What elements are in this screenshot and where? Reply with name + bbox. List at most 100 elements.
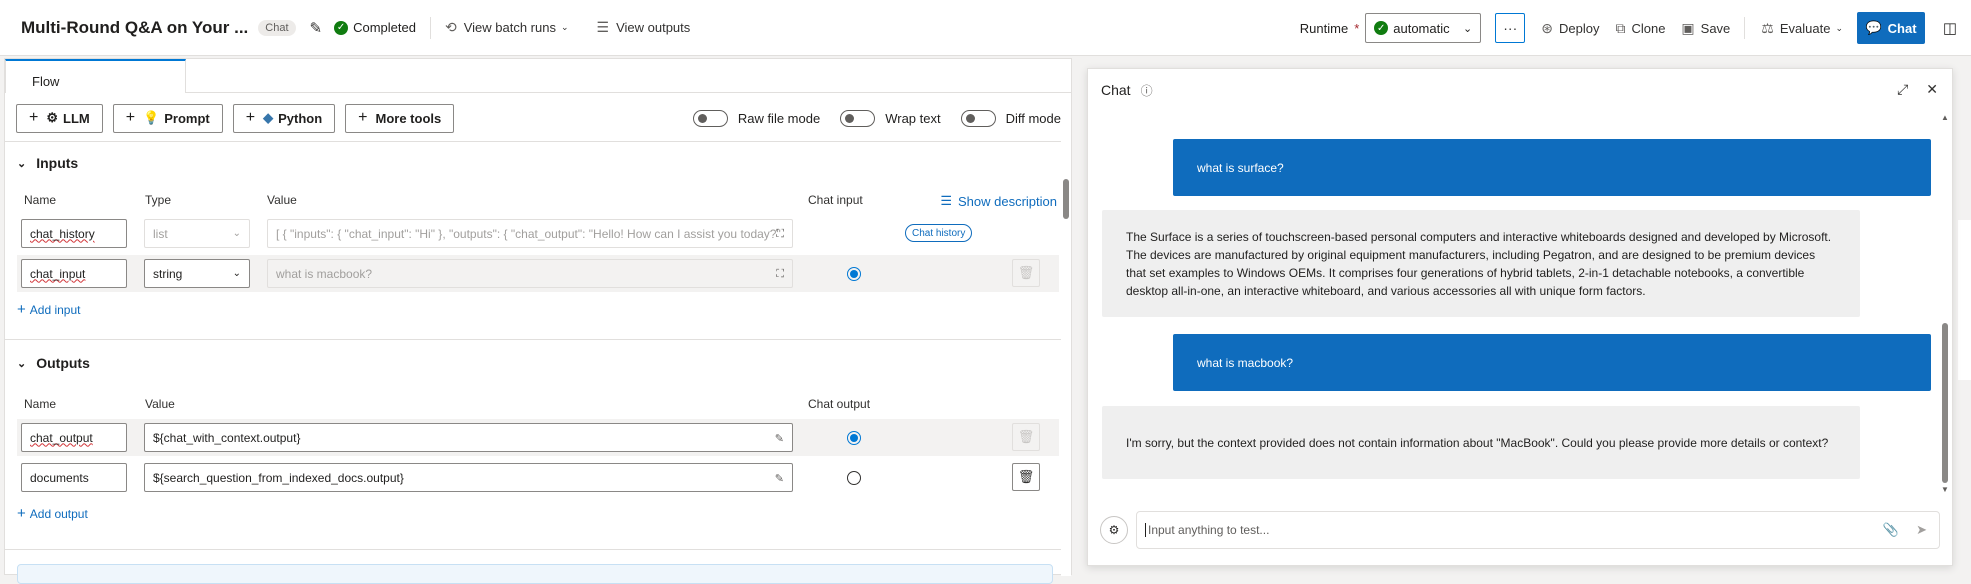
expand-icon[interactable]: ⛶ <box>776 268 784 281</box>
chat-output-radio[interactable] <box>847 431 861 445</box>
save-button[interactable]: ▣ Save <box>1681 20 1730 37</box>
scrollbar[interactable] <box>1061 99 1071 576</box>
chat-input[interactable]: Input anything to test... 📎 ➤ <box>1136 511 1940 549</box>
add-python-button[interactable]: + ◆ Python <box>232 103 336 133</box>
bot-avatar-icon[interactable]: ⚙ <box>1100 516 1128 544</box>
chat-button[interactable]: 💬 Chat <box>1857 12 1925 44</box>
edit-icon[interactable]: ✎ <box>775 472 784 485</box>
list-icon: ☰ <box>940 193 952 208</box>
input-type-select[interactable]: string ⌄ <box>144 259 250 288</box>
input-value: [ { "inputs": { "chat_input": "Hi" }, "o… <box>276 226 781 241</box>
trash-icon[interactable]: 🗑 <box>1012 463 1040 491</box>
add-llm-button[interactable]: + ⚙ LLM <box>16 103 103 133</box>
top-bar-actions: Runtime * ✓ automatic ⌄ ··· ⊛ Deploy ⧉ Clo… <box>1300 0 1971 56</box>
inputs-col-value: Value <box>267 193 297 207</box>
add-output-button[interactable]: + Add output <box>17 505 88 522</box>
input-type: list <box>153 226 168 241</box>
evaluate-button[interactable]: ⚖ Evaluate ⌄ <box>1761 20 1843 37</box>
node-card <box>17 564 1053 584</box>
inputs-title: Inputs <box>36 155 79 171</box>
user-message: what is macbook? <box>1173 334 1931 391</box>
output-name-field[interactable]: chat_output <box>21 423 127 452</box>
send-icon[interactable]: ➤ <box>1916 522 1927 538</box>
diff-mode-toggle[interactable] <box>960 109 996 127</box>
view-outputs-button[interactable]: ☰ View outputs <box>597 19 691 36</box>
chat-output-radio[interactable] <box>847 471 861 485</box>
output-value-field[interactable]: ${chat_with_context.output} ✎ <box>144 423 793 452</box>
check-circle-icon: ✓ <box>1374 21 1389 35</box>
deploy-button[interactable]: ⊛ Deploy <box>1541 20 1599 37</box>
edit-icon[interactable]: ✎ <box>310 19 323 37</box>
plus-icon: + <box>17 301 26 318</box>
view-batch-runs-button[interactable]: ⟲ View batch runs ⌄ <box>445 19 569 36</box>
show-description-button[interactable]: ☰ Show description <box>940 193 1057 209</box>
inputs-section-header[interactable]: ⌄ Inputs <box>17 155 78 171</box>
wrap-text-toggle[interactable] <box>840 109 876 127</box>
scroll-up-icon[interactable]: ▲ <box>1941 113 1949 122</box>
input-type-select: list ⌄ <box>144 219 250 248</box>
output-value-field[interactable]: ${search_question_from_indexed_docs.outp… <box>144 463 793 492</box>
view-batch-runs-label: View batch runs <box>463 20 556 35</box>
attach-icon[interactable]: 📎 <box>1883 522 1899 538</box>
evaluate-icon: ⚖ <box>1761 19 1774 36</box>
chat-header-actions: ⤢ ✕ <box>1879 81 1938 98</box>
scroll-down-icon[interactable]: ▼ <box>1941 485 1949 494</box>
runtime-select[interactable]: ✓ automatic ⌄ <box>1365 13 1482 43</box>
flow-type-badge: Chat <box>258 19 296 36</box>
tab-flow[interactable]: Flow <box>5 59 186 93</box>
list-icon: ☰ <box>596 19 610 35</box>
add-prompt-button[interactable]: + 💡 Prompt <box>112 103 223 133</box>
chat-scrollbar[interactable]: ▲ ▼ <box>1941 113 1949 494</box>
chevron-down-icon: ⌄ <box>232 228 241 239</box>
edit-icon[interactable]: ✎ <box>775 432 784 445</box>
more-icon[interactable]: ··· <box>1495 13 1526 43</box>
raw-file-mode-toggle[interactable] <box>692 109 728 127</box>
chat-input-radio[interactable] <box>847 267 861 281</box>
trash-icon: 🗑 <box>1012 259 1040 287</box>
expand-icon[interactable]: ⤢ <box>1897 81 1908 98</box>
chevron-down-icon: ⌄ <box>17 357 27 370</box>
top-bar: Multi-Round Q&A on Your ... Chat ✎ ✓ Com… <box>0 0 1971 56</box>
chat-history-badge: Chat history <box>905 224 973 242</box>
scrollbar-thumb[interactable] <box>1942 323 1948 483</box>
chat-input-placeholder: Input anything to test... <box>1148 523 1270 537</box>
user-message: what is surface? <box>1173 139 1931 196</box>
divider <box>1744 17 1746 39</box>
add-llm-label: LLM <box>63 110 90 126</box>
view-outputs-label: View outputs <box>616 20 691 35</box>
side-panel-icon[interactable]: ◫ <box>1935 19 1965 37</box>
close-icon[interactable]: ✕ <box>1926 81 1938 98</box>
add-output-label: Add output <box>29 506 88 521</box>
plus-icon: + <box>125 109 136 126</box>
input-name-field[interactable]: chat_history <box>21 219 127 248</box>
chat-input-row: ⚙ Input anything to test... 📎 ➤ <box>1100 509 1940 551</box>
input-name: chat_history <box>30 226 95 241</box>
bot-message: I'm sorry, but the context provided does… <box>1102 406 1860 479</box>
prompt-icon: 💡 <box>143 110 160 125</box>
save-label: Save <box>1700 20 1731 36</box>
more-tools-button[interactable]: + More tools <box>345 103 455 133</box>
runtime-label: Runtime <box>1299 20 1349 36</box>
chevron-down-icon: ⌄ <box>1463 22 1473 35</box>
input-row: chat_history list ⌄ [ { "inputs": { "chat… <box>17 215 1059 252</box>
evaluate-label: Evaluate <box>1779 20 1831 36</box>
outputs-section-header[interactable]: ⌄ Outputs <box>17 355 90 371</box>
add-input-button[interactable]: + Add input <box>17 301 80 318</box>
input-name-field[interactable]: chat_input <box>21 259 127 288</box>
input-value-field[interactable]: what is macbook? ⛶ <box>267 259 793 288</box>
expand-icon[interactable]: ⛶ <box>776 228 784 241</box>
info-icon[interactable]: ⓘ <box>1141 82 1153 99</box>
required-marker: * <box>1354 20 1360 36</box>
inputs-col-type: Type <box>145 193 172 207</box>
scrollbar-thumb[interactable] <box>1063 179 1069 219</box>
chevron-down-icon: ⌄ <box>17 157 27 170</box>
output-name-field[interactable]: documents <box>21 463 127 492</box>
input-value-field[interactable]: [ { "inputs": { "chat_input": "Hi" }, "o… <box>267 219 793 248</box>
divider <box>429 16 431 39</box>
chat-button-label: Chat <box>1887 20 1917 36</box>
wrap-text-label: Wrap text <box>885 110 941 126</box>
run-status-label: Completed <box>353 20 416 35</box>
divider <box>5 339 1061 340</box>
plus-icon: + <box>245 109 256 126</box>
clone-button[interactable]: ⧉ Clone <box>1615 20 1665 37</box>
